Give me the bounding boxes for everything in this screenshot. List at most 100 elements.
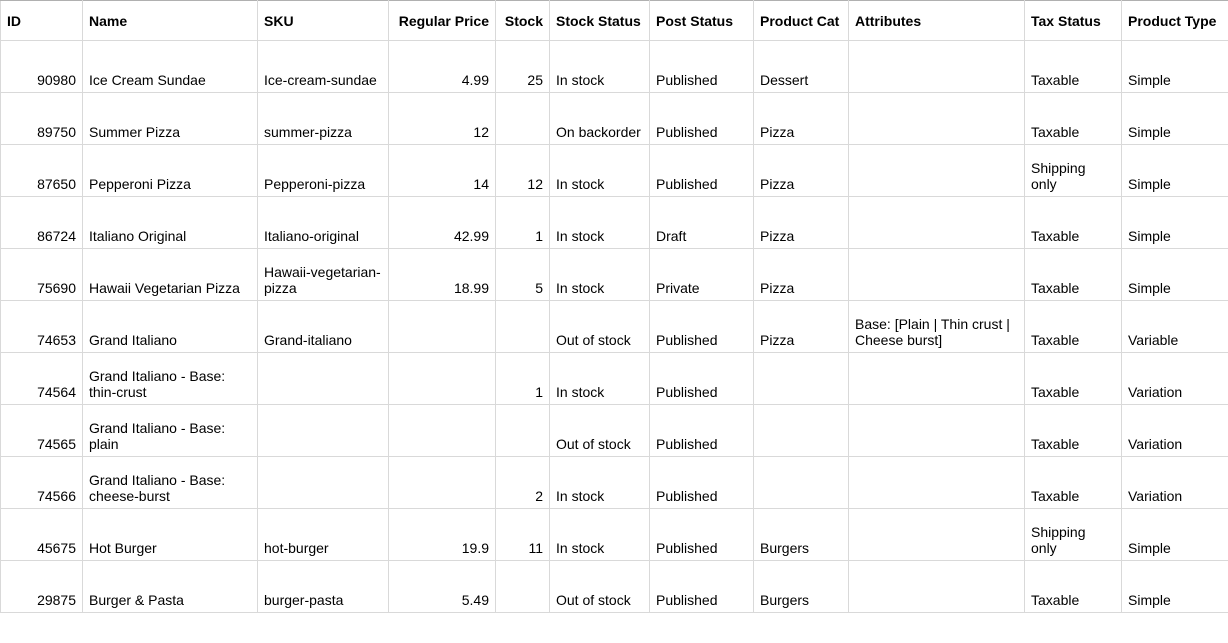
cell-product_type: Simple — [1122, 509, 1228, 561]
cell-id: 86724 — [1, 197, 83, 249]
cell-product_type: Simple — [1122, 41, 1228, 93]
cell-name: Grand Italiano - Base: thin-crust — [83, 353, 258, 405]
cell-name: Grand Italiano - Base: cheese-burst — [83, 457, 258, 509]
cell-stock — [496, 405, 550, 457]
cell-regular_price: 4.99 — [389, 41, 496, 93]
col-header-product-cat: Product Cat — [754, 1, 849, 41]
cell-post_status: Published — [650, 561, 754, 613]
cell-regular_price: 5.49 — [389, 561, 496, 613]
cell-sku: Pepperoni-pizza — [258, 145, 389, 197]
cell-attributes: Base: [Plain | Thin crust | Cheese burst… — [849, 301, 1025, 353]
cell-id: 29875 — [1, 561, 83, 613]
cell-product_type: Variation — [1122, 353, 1228, 405]
cell-sku: Hawaii-vegetarian-pizza — [258, 249, 389, 301]
cell-name: Hawaii Vegetarian Pizza — [83, 249, 258, 301]
products-table: ID Name SKU Regular Price Stock Stock St… — [0, 0, 1228, 613]
cell-name: Grand Italiano - Base: plain — [83, 405, 258, 457]
cell-tax_status: Taxable — [1025, 93, 1122, 145]
table-row: 29875Burger & Pastaburger-pasta5.49 Out o… — [1, 561, 1228, 613]
cell-attributes — [849, 405, 1025, 457]
cell-id: 87650 — [1, 145, 83, 197]
table-row: 89750Summer Pizzasummer-pizza12On backor… — [1, 93, 1228, 145]
col-header-sku: SKU — [258, 1, 389, 41]
cell-sku: Italiano-original — [258, 197, 389, 249]
cell-product_type: Simple — [1122, 197, 1228, 249]
cell-stock_status: In stock — [550, 197, 650, 249]
cell-stock — [496, 301, 550, 353]
cell-sku: summer-pizza — [258, 93, 389, 145]
cell-id: 45675 — [1, 509, 83, 561]
cell-product_type: Simple — [1122, 145, 1228, 197]
cell-id: 74653 — [1, 301, 83, 353]
cell-attributes — [849, 561, 1025, 613]
cell-attributes — [849, 509, 1025, 561]
cell-sku: Grand-italiano — [258, 301, 389, 353]
cell-post_status: Published — [650, 93, 754, 145]
cell-id: 74565 — [1, 405, 83, 457]
cell-regular_price: 18.99 — [389, 249, 496, 301]
cell-tax_status: Taxable — [1025, 301, 1122, 353]
cell-product_cat: Dessert — [754, 41, 849, 93]
cell-tax_status: Shipping only — [1025, 145, 1122, 197]
table-row: 87650Pepperoni PizzaPepperoni-pizza1412I… — [1, 145, 1228, 197]
cell-id: 89750 — [1, 93, 83, 145]
cell-attributes — [849, 93, 1025, 145]
cell-stock — [496, 561, 550, 613]
cell-stock: 11 — [496, 509, 550, 561]
col-header-id: ID — [1, 1, 83, 41]
cell-name: Burger & Pasta — [83, 561, 258, 613]
cell-post_status: Published — [650, 145, 754, 197]
table-row: 90980Ice Cream SundaeIce-cream-sundae4.9… — [1, 41, 1228, 93]
cell-stock: 1 — [496, 353, 550, 405]
cell-tax_status: Taxable — [1025, 197, 1122, 249]
cell-product_cat: Pizza — [754, 301, 849, 353]
cell-regular_price — [389, 301, 496, 353]
cell-tax_status: Taxable — [1025, 457, 1122, 509]
cell-product_type: Simple — [1122, 249, 1228, 301]
cell-product_type: Variation — [1122, 405, 1228, 457]
cell-name: Summer Pizza — [83, 93, 258, 145]
cell-product_type: Simple — [1122, 561, 1228, 613]
col-header-regular-price: Regular Price — [389, 1, 496, 41]
table-row: 75690Hawaii Vegetarian PizzaHawaii-veget… — [1, 249, 1228, 301]
cell-post_status: Published — [650, 405, 754, 457]
cell-name: Italiano Original — [83, 197, 258, 249]
cell-sku: burger-pasta — [258, 561, 389, 613]
cell-post_status: Private — [650, 249, 754, 301]
cell-attributes — [849, 145, 1025, 197]
cell-id: 90980 — [1, 41, 83, 93]
cell-stock_status: In stock — [550, 249, 650, 301]
cell-stock_status: Out of stock — [550, 405, 650, 457]
cell-stock: 2 — [496, 457, 550, 509]
cell-attributes — [849, 457, 1025, 509]
cell-tax_status: Taxable — [1025, 561, 1122, 613]
cell-sku — [258, 353, 389, 405]
cell-product_type: Simple — [1122, 93, 1228, 145]
cell-regular_price: 19.9 — [389, 509, 496, 561]
col-header-stock: Stock — [496, 1, 550, 41]
cell-product_cat: Pizza — [754, 197, 849, 249]
cell-post_status: Published — [650, 301, 754, 353]
cell-stock: 5 — [496, 249, 550, 301]
col-header-attributes: Attributes — [849, 1, 1025, 41]
cell-stock — [496, 93, 550, 145]
col-header-tax-status: Tax Status — [1025, 1, 1122, 41]
col-header-post-status: Post Status — [650, 1, 754, 41]
col-header-name: Name — [83, 1, 258, 41]
cell-stock_status: In stock — [550, 353, 650, 405]
cell-id: 74564 — [1, 353, 83, 405]
cell-product_cat: Pizza — [754, 249, 849, 301]
cell-sku — [258, 405, 389, 457]
cell-regular_price — [389, 353, 496, 405]
cell-regular_price: 12 — [389, 93, 496, 145]
cell-regular_price: 14 — [389, 145, 496, 197]
cell-stock_status: Out of stock — [550, 561, 650, 613]
cell-product_cat: Pizza — [754, 93, 849, 145]
table-header-row: ID Name SKU Regular Price Stock Stock St… — [1, 1, 1228, 41]
cell-product_cat: Burgers — [754, 509, 849, 561]
cell-post_status: Published — [650, 457, 754, 509]
cell-product_type: Variation — [1122, 457, 1228, 509]
cell-stock: 12 — [496, 145, 550, 197]
cell-stock_status: In stock — [550, 41, 650, 93]
cell-attributes — [849, 249, 1025, 301]
